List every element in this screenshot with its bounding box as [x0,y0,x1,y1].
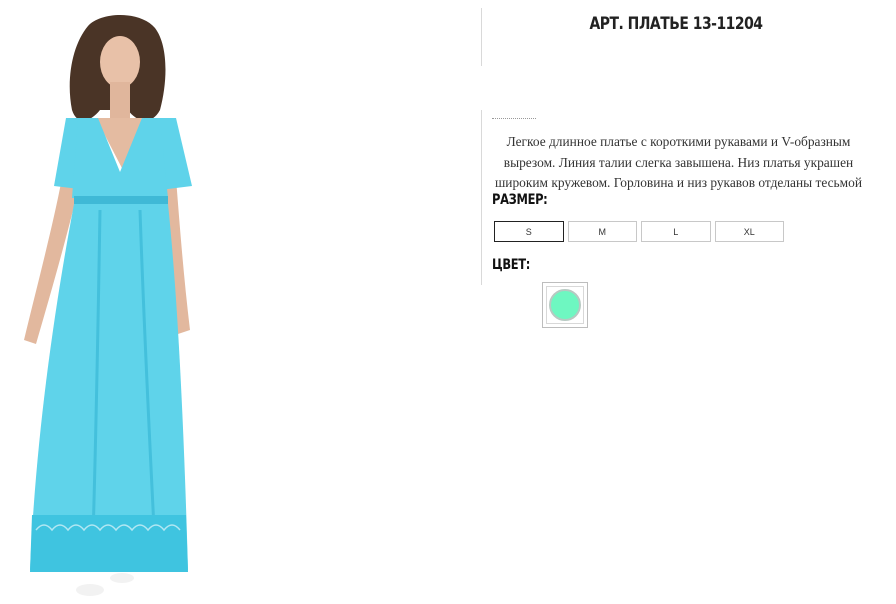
color-swatch-dot [549,289,581,321]
size-options: S M L XL [494,221,784,242]
color-label: ЦВЕТ: [492,257,531,273]
dress-photo-icon [24,15,192,596]
divider-middle [481,110,482,285]
size-label: РАЗМЕР: [492,192,548,208]
dotted-separator [492,118,536,119]
size-option-s[interactable]: S [494,221,564,242]
size-option-m[interactable]: M [567,221,637,242]
product-description: Легкое длинное платье с короткими рукава… [494,134,862,190]
size-option-l[interactable]: L [641,221,711,242]
size-option-xl[interactable]: XL [714,221,784,242]
color-swatch-frame [546,286,584,324]
product-title: АРТ. ПЛАТЬЕ 13-11204 [589,14,763,34]
color-swatch[interactable] [542,282,588,328]
product-photo [0,0,230,604]
divider-top [481,8,482,66]
